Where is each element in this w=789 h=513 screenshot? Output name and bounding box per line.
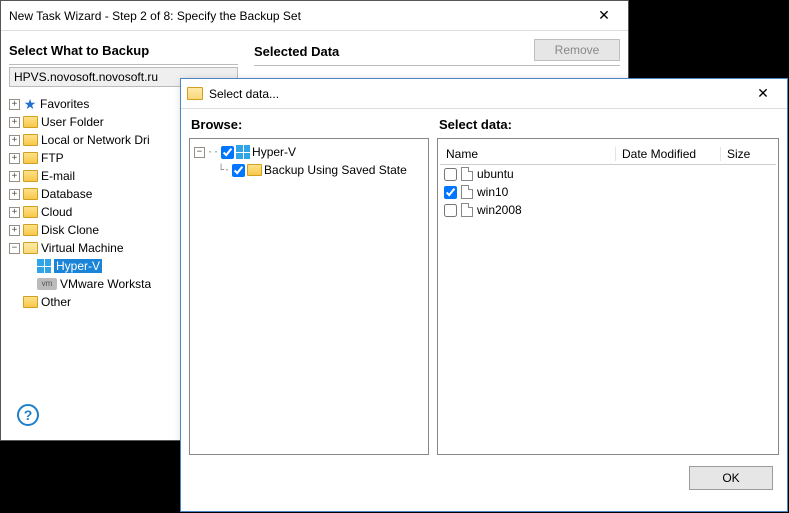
checkbox[interactable]: [232, 164, 245, 177]
folder-icon: [23, 134, 38, 146]
wizard-title: New Task Wizard - Step 2 of 8: Specify t…: [9, 9, 584, 23]
browse-item-hyperv[interactable]: − ·· Hyper-V: [192, 143, 426, 161]
checkbox[interactable]: [444, 168, 457, 181]
checkbox[interactable]: [221, 146, 234, 159]
expand-icon[interactable]: +: [9, 171, 20, 182]
folder-open-icon: [23, 242, 38, 254]
dialog-footer: OK: [181, 455, 787, 501]
expand-icon[interactable]: +: [9, 207, 20, 218]
close-icon[interactable]: ✕: [743, 80, 783, 108]
select-data-pane: Select data: Name Date Modified Size ubu…: [437, 113, 779, 455]
tree-label-selected: Hyper-V: [54, 259, 102, 273]
folder-icon: [23, 152, 38, 164]
right-header: Selected Data: [254, 40, 339, 65]
folder-icon: [23, 224, 38, 236]
select-data-list: Name Date Modified Size ubuntu win10 win20…: [437, 138, 779, 455]
folder-icon: [23, 206, 38, 218]
star-icon: ★: [23, 97, 37, 111]
folder-open-icon: [187, 87, 203, 100]
ok-button[interactable]: OK: [689, 466, 773, 490]
folder-icon: [23, 116, 38, 128]
list-item-label: win2008: [477, 203, 522, 217]
list-item-label: ubuntu: [477, 167, 514, 181]
checkbox[interactable]: [444, 186, 457, 199]
expand-icon[interactable]: +: [9, 225, 20, 236]
browse-item-label: Backup Using Saved State: [264, 163, 407, 177]
col-name[interactable]: Name: [440, 147, 616, 161]
remove-button[interactable]: Remove: [534, 39, 620, 61]
folder-icon: [247, 164, 262, 176]
browse-item-label: Hyper-V: [252, 145, 296, 159]
folder-icon: [23, 296, 38, 308]
list-item[interactable]: win2008: [440, 201, 776, 219]
select-data-dialog: Select data... ✕ Browse: − ·· Hyper-V └·: [180, 78, 788, 512]
col-date[interactable]: Date Modified: [616, 147, 721, 161]
browse-pane: Browse: − ·· Hyper-V └· Backup Using Sav…: [189, 113, 429, 455]
dialog-title: Select data...: [209, 87, 743, 101]
list-header: Name Date Modified Size: [440, 143, 776, 165]
col-size[interactable]: Size: [721, 147, 776, 161]
hyperv-icon: [236, 145, 250, 159]
folder-icon: [23, 188, 38, 200]
expand-icon[interactable]: +: [9, 189, 20, 200]
browse-item-saved-state[interactable]: └· Backup Using Saved State: [192, 161, 426, 179]
expand-icon[interactable]: +: [9, 99, 20, 110]
select-data-label: Select data:: [437, 113, 779, 138]
list-item[interactable]: ubuntu: [440, 165, 776, 183]
spacer: [9, 297, 20, 308]
help-icon[interactable]: ?: [17, 404, 39, 426]
tree-connector: └·: [218, 165, 230, 176]
collapse-icon[interactable]: −: [9, 243, 20, 254]
expand-icon[interactable]: +: [9, 153, 20, 164]
file-icon: [461, 203, 473, 217]
browse-label: Browse:: [189, 113, 429, 138]
list-item[interactable]: win10: [440, 183, 776, 201]
folder-icon: [23, 170, 38, 182]
collapse-icon[interactable]: −: [194, 147, 205, 158]
list-item-label: win10: [477, 185, 508, 199]
close-icon[interactable]: ✕: [584, 2, 624, 30]
dialog-titlebar: Select data... ✕: [181, 79, 787, 109]
browse-tree: − ·· Hyper-V └· Backup Using Saved State: [189, 138, 429, 455]
wizard-titlebar: New Task Wizard - Step 2 of 8: Specify t…: [1, 1, 628, 31]
hyperv-icon: [37, 259, 51, 273]
vmware-icon: vm: [37, 278, 57, 290]
file-icon: [461, 185, 473, 199]
tree-connector: ··: [207, 147, 219, 158]
left-header: Select What to Backup: [9, 39, 238, 65]
expand-icon[interactable]: +: [9, 135, 20, 146]
file-icon: [461, 167, 473, 181]
checkbox[interactable]: [444, 204, 457, 217]
expand-icon[interactable]: +: [9, 117, 20, 128]
